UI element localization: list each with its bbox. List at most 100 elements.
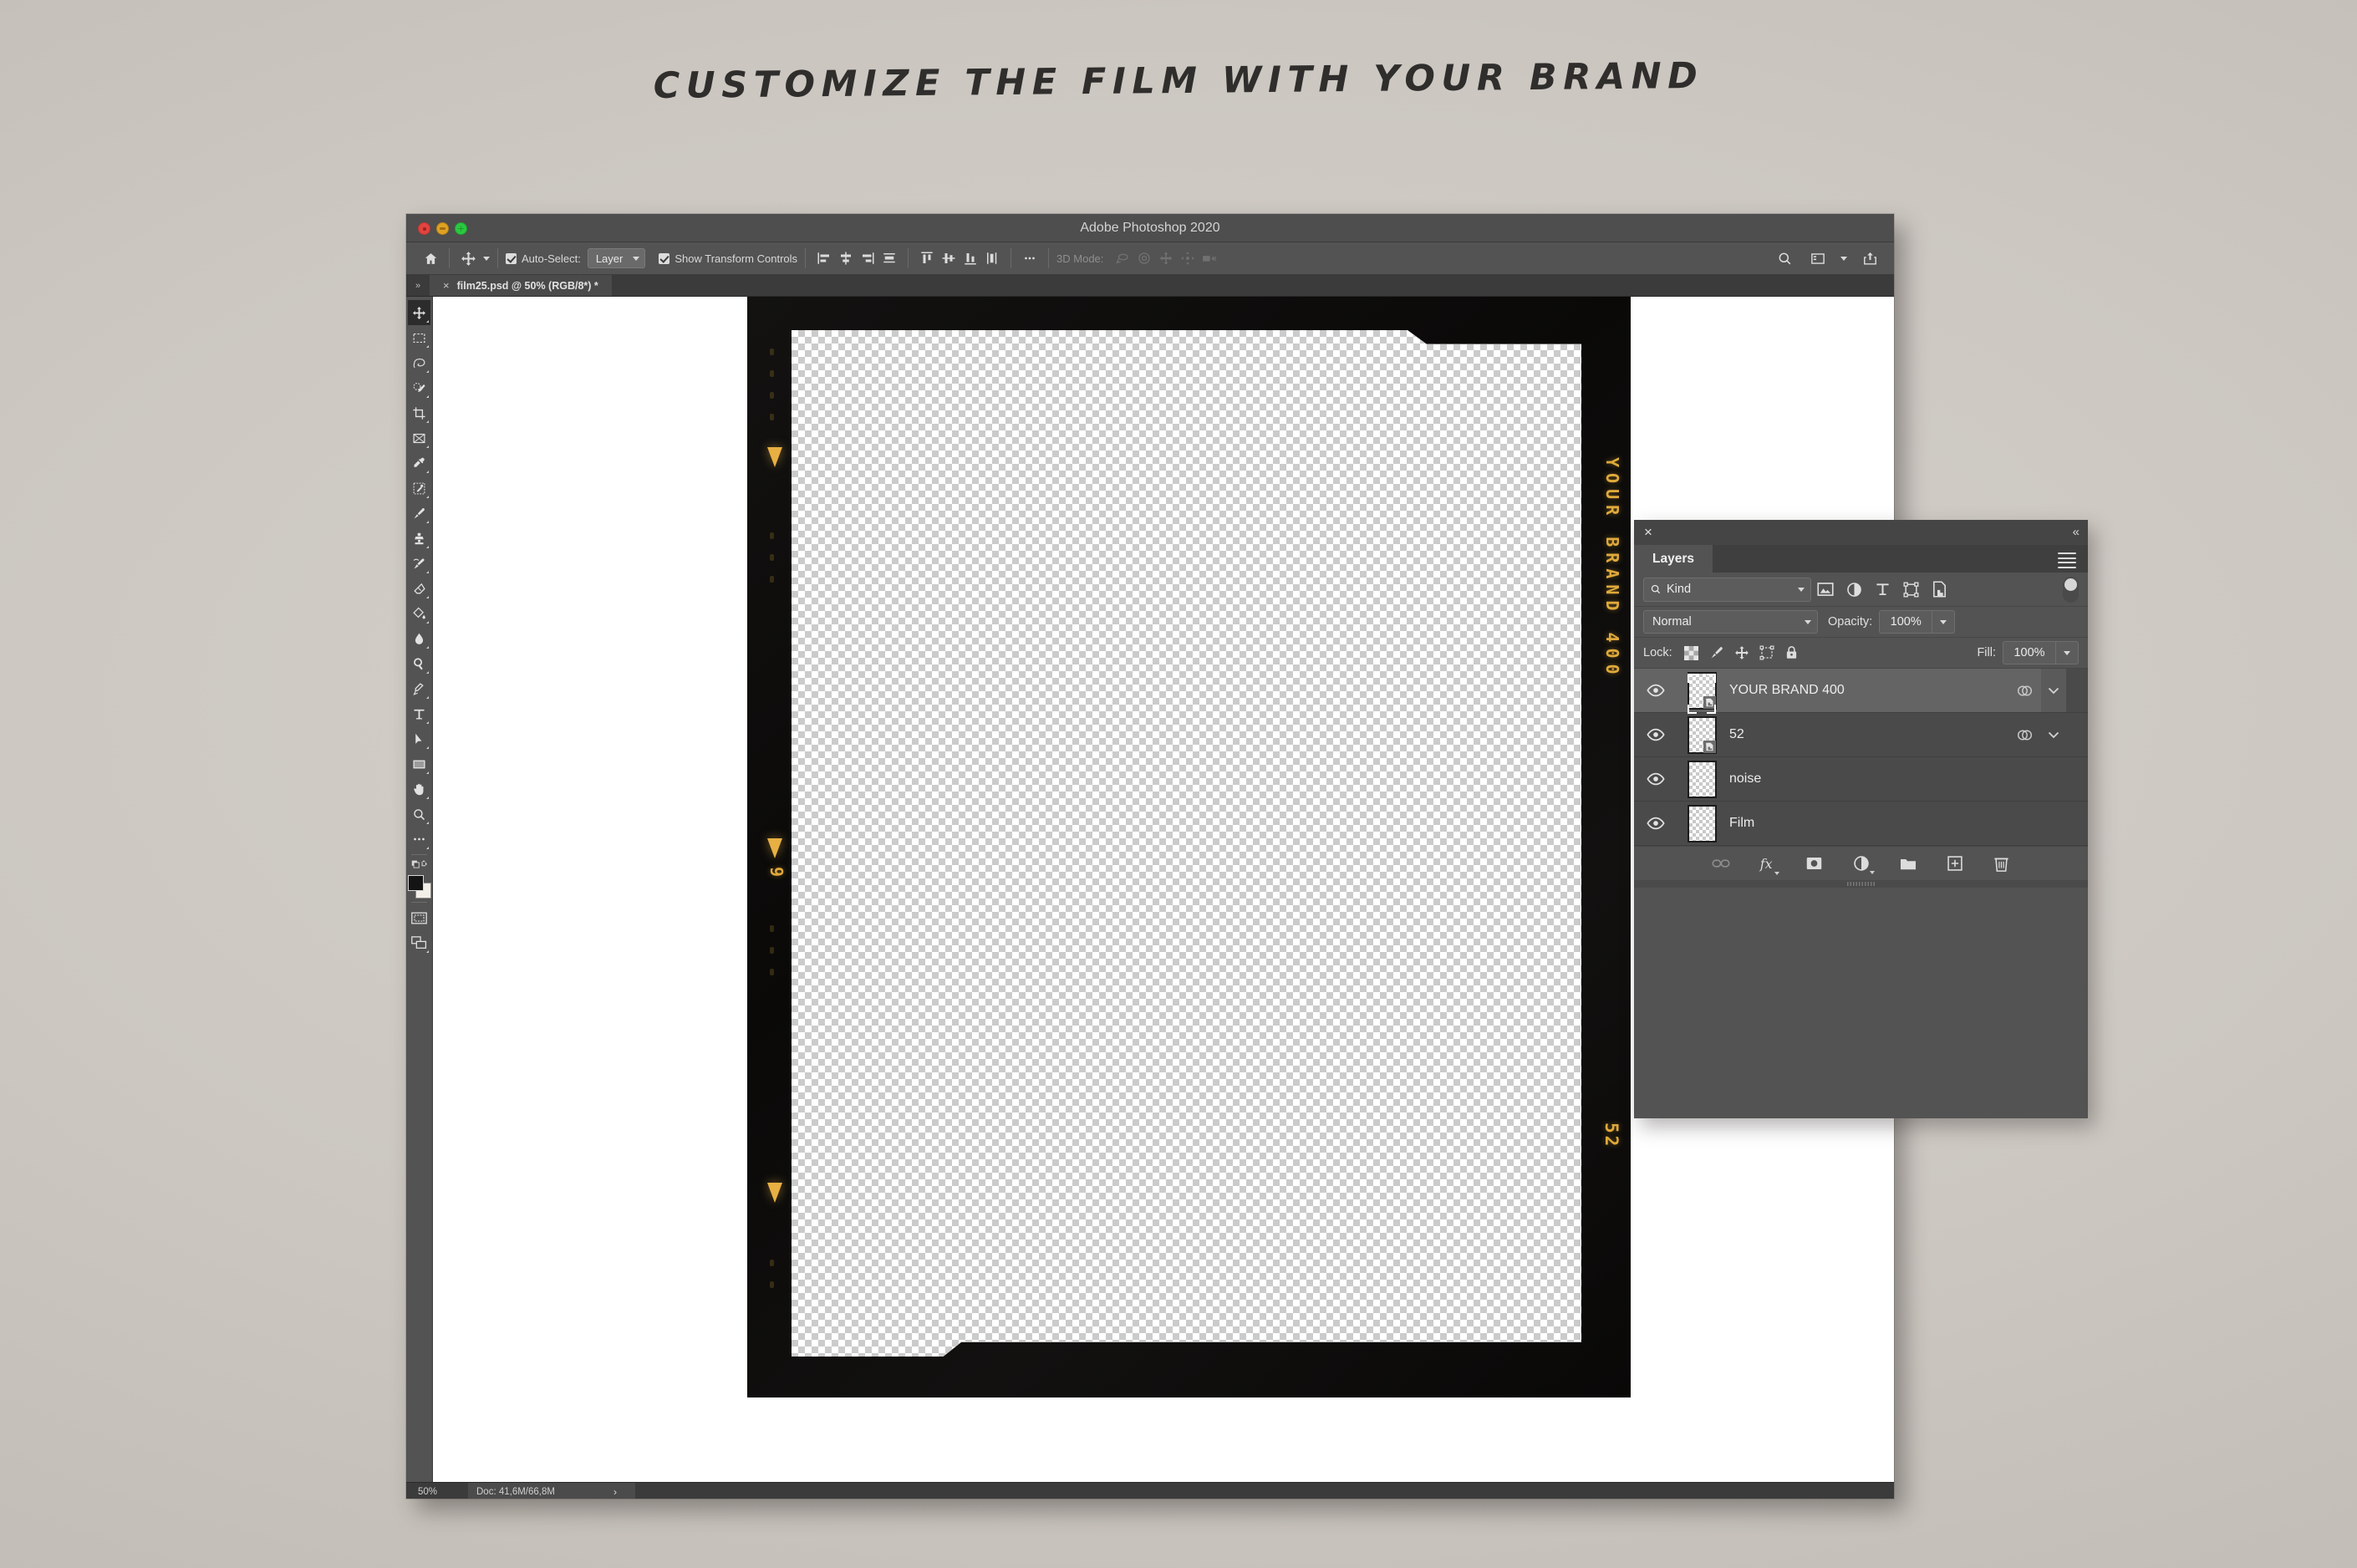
layer-thumbnail[interactable] [1677,761,1726,798]
3d-orbit-icon[interactable] [1112,247,1133,269]
rectangular-marquee-tool[interactable] [408,325,430,350]
table-row[interactable]: noise [1634,757,2088,802]
layer-visibility-icon[interactable] [1634,728,1677,741]
zoom-tool[interactable] [408,802,430,827]
3d-roll-icon[interactable] [1133,247,1155,269]
lock-artboard-nesting-icon[interactable] [1754,642,1779,664]
new-layer-icon[interactable] [1944,853,1966,874]
layer-name[interactable]: 52 [1726,727,2008,742]
align-bottom-edges-icon[interactable] [960,247,981,269]
hand-tool[interactable] [408,776,430,802]
chevron-down-icon[interactable] [1840,257,1847,261]
rectangle-tool[interactable] [408,751,430,776]
distribute-vertically-icon[interactable] [981,247,1003,269]
layer-thumbnail[interactable] [1677,805,1726,843]
screen-mode-icon[interactable] [408,930,430,955]
fill-input[interactable]: 100% [2003,641,2056,664]
new-group-icon[interactable] [1897,853,1919,874]
align-left-edges-icon[interactable] [813,247,835,269]
layer-visibility-icon[interactable] [1634,772,1677,786]
3d-slide-icon[interactable] [1177,247,1199,269]
layer-effects-icon[interactable] [2008,728,2041,742]
filter-adjustment-layers-icon[interactable] [1840,578,1868,601]
tab-layers[interactable]: Layers [1634,545,1713,573]
lasso-tool[interactable] [408,350,430,375]
align-horizontal-centers-icon[interactable] [835,247,857,269]
add-layer-mask-icon[interactable] [1804,853,1825,874]
filter-enable-toggle[interactable] [2063,577,2079,603]
3d-camera-icon[interactable] [1199,247,1220,269]
type-tool[interactable] [408,701,430,726]
frame-tool[interactable] [408,425,430,451]
collapse-panel-icon[interactable]: « [2073,524,2078,540]
layer-effects-icon[interactable] [2008,684,2041,698]
tab-overflow-icon[interactable]: » [406,275,430,296]
clone-stamp-tool[interactable] [408,526,430,551]
opacity-stepper[interactable] [1932,610,1955,634]
auto-select-checkbox[interactable]: Auto-Select: [506,252,581,265]
default-colors-icon[interactable] [408,858,430,873]
workspace-icon[interactable] [1807,247,1829,269]
align-right-edges-icon[interactable] [857,247,878,269]
home-icon[interactable] [420,247,441,269]
align-vertical-centers-icon[interactable] [938,247,960,269]
align-top-edges-icon[interactable] [916,247,938,269]
layer-thumbnail[interactable] [1677,716,1726,754]
layer-name[interactable]: Film [1726,816,2008,831]
auto-select-scope-dropdown[interactable]: Layer [588,248,646,268]
document-tab[interactable]: × film25.psd @ 50% (RGB/8*) * [430,275,612,296]
filter-type-layers-icon[interactable] [1868,578,1896,601]
lock-transparent-pixels-icon[interactable] [1679,642,1704,664]
expand-layer-chevron-icon[interactable] [2041,669,2066,712]
eraser-tool[interactable] [408,576,430,601]
3d-pan-icon[interactable] [1155,247,1177,269]
object-selection-tool[interactable] [408,375,430,400]
add-layer-style-icon[interactable]: fx [1757,853,1779,874]
spot-healing-brush-tool[interactable] [408,476,430,501]
zoom-level[interactable]: 50% [406,1487,468,1497]
move-tool[interactable] [408,300,430,325]
edit-toolbar-tool[interactable] [408,827,430,852]
quick-mask-icon[interactable] [408,905,430,930]
crop-tool[interactable] [408,400,430,425]
layer-thumbnail[interactable] [1677,672,1726,710]
filter-kind-dropdown[interactable]: Kind [1643,578,1811,602]
lock-image-pixels-icon[interactable] [1704,642,1729,664]
checkbox-mark-icon[interactable] [506,253,517,264]
document-size-info[interactable]: Doc: 41,6M/66,8M › [468,1483,635,1499]
eyedropper-tool[interactable] [408,451,430,476]
delete-layer-icon[interactable] [1991,853,2013,874]
filter-smart-objects-icon[interactable] [1925,578,1953,601]
new-adjustment-layer-icon[interactable] [1850,853,1872,874]
gradient-tool[interactable] [408,601,430,626]
color-swatches[interactable] [408,874,430,899]
filter-shape-layers-icon[interactable] [1896,578,1925,601]
pen-tool[interactable] [408,676,430,701]
opacity-input[interactable]: 100% [1879,610,1932,634]
history-brush-tool[interactable] [408,551,430,576]
path-selection-tool[interactable] [408,726,430,751]
checkbox-mark-icon[interactable] [659,253,669,264]
link-layers-icon[interactable] [1710,853,1732,874]
tool-preset-chevron-icon[interactable] [483,257,490,261]
fill-stepper[interactable] [2056,641,2079,664]
search-icon[interactable] [1774,247,1795,269]
close-icon[interactable]: × [443,279,450,292]
lock-position-icon[interactable] [1729,642,1754,664]
layer-name[interactable]: YOUR BRAND 400 [1726,683,2008,698]
brush-tool[interactable] [408,501,430,526]
foreground-color-swatch[interactable] [408,875,424,891]
panel-menu-icon[interactable] [2058,552,2076,571]
move-tool-icon[interactable] [457,247,479,269]
layer-name[interactable]: noise [1726,771,2008,787]
show-transform-controls-checkbox[interactable]: Show Transform Controls [659,252,797,265]
panel-resize-grip[interactable] [1634,880,2088,888]
more-options-icon[interactable] [1019,247,1041,269]
layer-visibility-icon[interactable] [1634,684,1677,697]
chevron-right-icon[interactable]: › [613,1486,617,1498]
layer-visibility-icon[interactable] [1634,817,1677,830]
distribute-horizontally-icon[interactable] [878,247,900,269]
filter-pixel-layers-icon[interactable] [1811,578,1840,601]
expand-layer-chevron-icon[interactable] [2041,731,2066,739]
share-icon[interactable] [1859,247,1881,269]
